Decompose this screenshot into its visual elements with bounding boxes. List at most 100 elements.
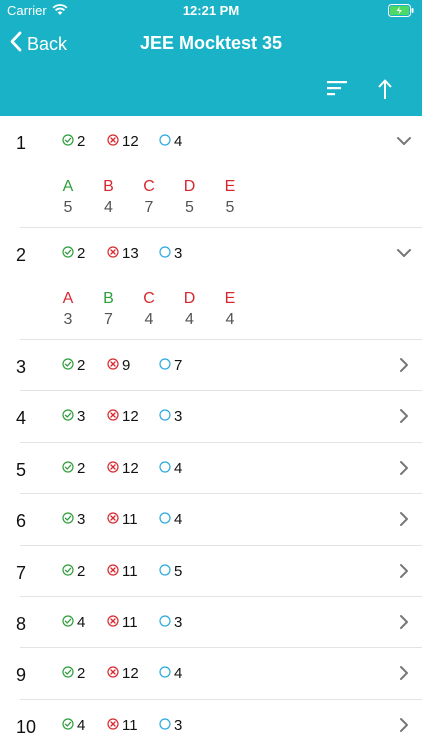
question-row[interactable]: 6 3 11 4 [0,494,422,546]
chevron-right-icon[interactable] [396,460,412,476]
wrong-count-value: 11 [122,511,138,529]
wrong-count: 11 [107,563,138,580]
chevron-right-icon[interactable] [396,614,412,630]
cross-circle-icon [107,133,122,150]
correct-count-value: 3 [77,511,86,529]
question-row[interactable]: 7 2 11 5 [0,546,422,597]
check-circle-icon [62,563,77,580]
chevron-right-icon[interactable] [396,408,412,424]
option-count: 7 [144,199,154,216]
correct-count: 4 [62,717,85,734]
sort-button[interactable] [327,79,353,103]
chevron-right-icon[interactable] [396,665,412,681]
empty-circle-icon [159,133,174,150]
check-circle-icon [62,511,77,528]
wrong-count-value: 12 [122,459,139,477]
correct-count-value: 2 [77,245,86,262]
check-circle-icon [62,133,77,150]
page-title: JEE Mocktest 35 [139,33,283,53]
correct-count-value: 4 [77,716,86,734]
wrong-count-value: 11 [122,716,138,734]
chevron-right-icon[interactable] [396,357,412,373]
correct-count-value: 3 [77,408,86,426]
unattempted-count-value: 5 [174,562,183,580]
check-circle-icon [62,665,77,682]
question-row[interactable]: 4 3 12 3 [0,391,422,443]
wrong-count: 13 [107,245,139,262]
unattempted-count-value: 4 [174,665,183,683]
empty-circle-icon [159,245,174,262]
option-stat: E4 [222,290,238,329]
option-letter: A [62,178,74,195]
empty-circle-icon [159,357,174,374]
wrong-count-value: 12 [122,133,139,150]
cross-circle-icon [107,357,122,374]
correct-count: 2 [62,665,85,682]
correct-count-value: 4 [77,613,86,631]
correct-count: 2 [62,460,85,477]
option-letter: B [103,290,114,307]
cross-circle-icon [107,511,122,528]
unattempted-count-value: 3 [174,408,183,426]
chevron-right-icon[interactable] [396,717,412,733]
option-letter: B [103,178,114,195]
empty-circle-icon [159,665,174,682]
question-row[interactable]: 2 2 13 3 A 3 B 7 C 4 D 4 E 4 [0,228,422,340]
correct-count: 2 [62,133,85,150]
chevron-down-icon[interactable] [396,245,412,261]
cross-circle-icon [107,245,122,262]
empty-circle-icon [159,408,174,425]
option-count: 4 [144,311,154,328]
option-stat: D4 [182,290,198,329]
navigation-bar: Back JEE Mocktest 35 [0,22,422,66]
wrong-count: 11 [107,511,138,528]
question-row[interactable]: 9 2 12 4 [0,648,422,700]
wrong-count: 11 [107,614,138,631]
sort-icon [327,81,349,101]
option-letter: A [62,290,74,307]
question-list: 1 2 12 4 A 5 B 4 C 7 D 5 E 5 2 2 13 3 A 3 B 7 C 4 D 4 E 4 3 2 9 7 4 3 12 3 5… [0,116,422,750]
chevron-down-icon[interactable] [396,133,412,149]
wrong-count: 11 [107,717,138,734]
chevron-right-icon[interactable] [396,563,412,579]
option-letter: D [183,290,196,307]
correct-count: 4 [62,614,85,631]
question-number: 10 [16,716,37,737]
option-stat: B4 [101,178,117,217]
check-circle-icon [62,408,77,425]
option-count: 3 [63,311,73,328]
cross-circle-icon [107,717,122,734]
unattempted-count: 4 [159,511,182,528]
unattempted-count: 3 [159,408,182,425]
unattempted-count: 7 [159,357,182,374]
chevron-right-icon[interactable] [396,511,412,527]
empty-circle-icon [159,717,174,734]
unattempted-count-value: 3 [174,245,183,262]
status-bar: Carrier 12:21 PM [0,0,422,22]
correct-count-value: 2 [77,357,86,374]
wrong-count: 12 [107,665,139,682]
question-number: 8 [16,613,27,634]
cross-circle-icon [107,614,122,631]
wrong-count-value: 11 [122,613,138,631]
empty-circle-icon [159,460,174,477]
question-row[interactable]: 8 4 11 3 [0,597,422,649]
question-row[interactable]: 5 2 12 4 [0,443,422,495]
option-stat: A3 [60,290,76,329]
option-count: 5 [225,199,235,216]
empty-circle-icon [159,563,174,580]
cross-circle-icon [107,460,122,477]
question-row[interactable]: 10 4 11 3 [0,700,422,750]
unattempted-count-value: 4 [174,133,183,150]
scroll-to-top-button[interactable] [375,77,399,105]
question-number: 5 [16,459,27,480]
toolbar [0,66,422,116]
check-circle-icon [62,717,77,734]
question-row[interactable]: 1 2 12 4 A 5 B 4 C 7 D 5 E 5 [0,116,422,228]
correct-count: 2 [62,245,85,262]
option-letter: E [224,290,236,307]
question-row[interactable]: 3 2 9 7 [0,340,422,392]
option-stat: A5 [60,178,76,217]
unattempted-count-value: 3 [174,716,183,734]
wrong-count-value: 12 [122,408,139,426]
